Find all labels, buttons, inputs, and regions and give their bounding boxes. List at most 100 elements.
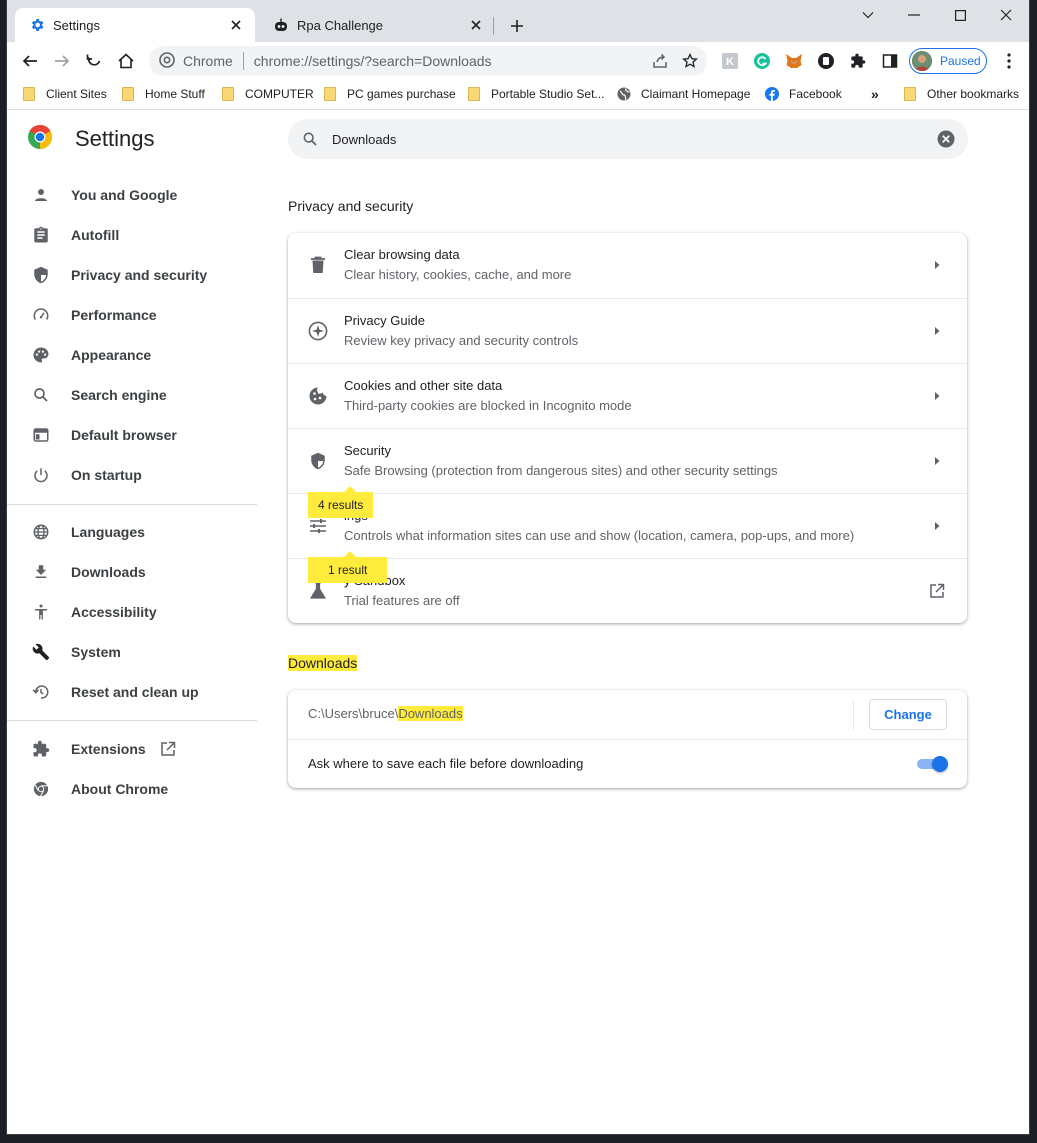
sidebar-item-accessibility[interactable]: Accessibility [29,600,269,624]
search-icon [300,129,320,149]
avatar [912,51,932,71]
grammarly-icon[interactable] [751,50,773,72]
sidebar-item-privacy-and-security[interactable]: Privacy and security [29,263,269,287]
minimize-window-button[interactable] [891,4,937,26]
sidebar-item-you-and-google[interactable]: You and Google [29,183,269,207]
side-panel-icon[interactable] [879,50,901,72]
url-text[interactable]: chrome://settings/?search=Downloads [254,53,647,69]
sidebar-item-languages[interactable]: Languages [29,520,269,544]
tab-settings[interactable]: Settings [15,8,255,42]
ask-where-to-save-row[interactable]: Ask where to save each file before downl… [288,740,967,788]
privacy-sandbox-row[interactable]: y Sandbox Trial features are off [288,558,967,623]
settings-header: Settings [27,124,155,153]
external-link-icon [160,741,176,757]
ask-where-to-save-label: Ask where to save each file before downl… [308,756,584,771]
clipboard-icon [29,223,53,247]
folder-icon [467,87,481,101]
site-chip[interactable]: Chrome [159,51,233,71]
sidebar-item-label: You and Google [71,187,178,203]
profile-button[interactable]: Paused [909,48,987,74]
clear-search-icon[interactable] [936,129,956,149]
sidebar-divider [7,504,257,505]
chrome-logo [27,124,53,153]
address-bar[interactable]: Chrome chrome://settings/?search=Downloa… [149,46,707,76]
change-location-button[interactable]: Change [869,699,947,730]
row-subtitle: Clear history, cookies, cache, and more [344,267,572,282]
tab-rpa-challenge[interactable]: Rpa Challenge [259,8,495,42]
sidebar-item-on-startup[interactable]: On startup [29,463,269,487]
browser-window: Settings Rpa Challenge Chrome chrome://s… [7,0,1029,1134]
bookmark-facebook[interactable]: Facebook [765,85,842,103]
search-input[interactable]: Downloads [332,132,936,147]
share-icon[interactable] [647,48,673,74]
bookmarks-overflow-button[interactable]: » [871,85,879,103]
minimize-button[interactable] [845,4,891,26]
sidebar-item-downloads[interactable]: Downloads [29,560,269,584]
bookmark-pc-games[interactable]: PC games purchase [323,85,456,103]
sidebar-item-about-chrome[interactable]: About Chrome [29,777,269,801]
tab-title: Rpa Challenge [297,17,384,33]
sidebar-item-autofill[interactable]: Autofill [29,223,269,247]
compass-icon [306,319,330,343]
new-tab-button[interactable] [507,16,527,36]
section-title-downloads: Downloads [288,655,358,671]
bookmark-home-stuff[interactable]: Home Stuff [121,85,205,103]
speedometer-icon [29,303,53,327]
home-button[interactable] [112,47,140,75]
back-button[interactable] [16,47,44,75]
close-window-button[interactable] [983,4,1029,26]
puzzle-icon[interactable] [847,50,869,72]
privacy-guide-row[interactable]: Privacy Guide Review key privacy and sec… [288,298,967,363]
bookmark-label: PC games purchase [347,87,456,101]
chevron-right-icon [929,257,945,273]
folder-icon [22,87,36,101]
sidebar-item-appearance[interactable]: Appearance [29,343,269,367]
chevron-right-icon [929,388,945,404]
shield-icon [306,449,330,473]
facebook-icon [765,87,779,101]
sidebar-item-performance[interactable]: Performance [29,303,269,327]
row-title: Clear browsing data [344,247,460,262]
bookmark-claimant-homepage[interactable]: Claimant Homepage [617,85,750,103]
bookmark-star-icon[interactable] [677,48,703,74]
downloads-card: C:\Users\bruce\Downloads Change Ask wher… [288,690,967,788]
dark-extension-icon[interactable] [815,50,837,72]
bookmark-portable-studio[interactable]: Portable Studio Set... [467,85,604,103]
close-icon[interactable] [227,16,245,34]
ask-where-to-save-toggle[interactable] [917,756,949,772]
reload-button[interactable] [80,47,108,75]
settings-search-field[interactable]: Downloads [288,119,968,159]
security-row[interactable]: Security Safe Browsing (protection from … [288,428,967,493]
row-title: Cookies and other site data [344,378,503,393]
sidebar-divider [7,720,257,721]
sidebar-item-label: System [71,644,121,660]
bookmark-computer[interactable]: COMPUTER [221,85,314,103]
chrome-icon [159,51,175,71]
metamask-fox-icon[interactable] [783,50,805,72]
clear-browsing-data-row[interactable]: Clear browsing data Clear history, cooki… [288,233,967,298]
maximize-window-button[interactable] [937,4,983,26]
section-title-privacy: Privacy and security [288,198,414,214]
bookmark-client-sites[interactable]: Client Sites [22,85,107,103]
bookmark-other[interactable]: Other bookmarks [903,85,1019,103]
sidebar-item-default-browser[interactable]: Default browser [29,423,269,447]
site-settings-row[interactable]: ings Controls what information sites can… [288,493,967,558]
sidebar-item-label: Performance [71,307,157,323]
forward-button[interactable] [48,47,76,75]
k-extension-icon[interactable]: K [719,50,741,72]
row-subtitle: Third-party cookies are blocked in Incog… [344,398,632,413]
row-title: Privacy Guide [344,313,425,328]
trash-icon [306,253,330,277]
cookies-row[interactable]: Cookies and other site data Third-party … [288,363,967,428]
kebab-menu-icon[interactable] [999,50,1019,72]
sidebar-item-reset-and-clean-up[interactable]: Reset and clean up [29,680,269,704]
accessibility-icon [29,600,53,624]
close-icon[interactable] [467,16,485,34]
sidebar-item-search-engine[interactable]: Search engine [29,383,269,407]
sidebar-item-label: Appearance [71,347,152,363]
sidebar-item-label: Reset and clean up [71,684,199,700]
globe-icon [617,87,631,101]
sidebar-item-extensions[interactable]: Extensions [29,737,269,761]
folder-icon [221,87,235,101]
sidebar-item-system[interactable]: System [29,640,269,664]
